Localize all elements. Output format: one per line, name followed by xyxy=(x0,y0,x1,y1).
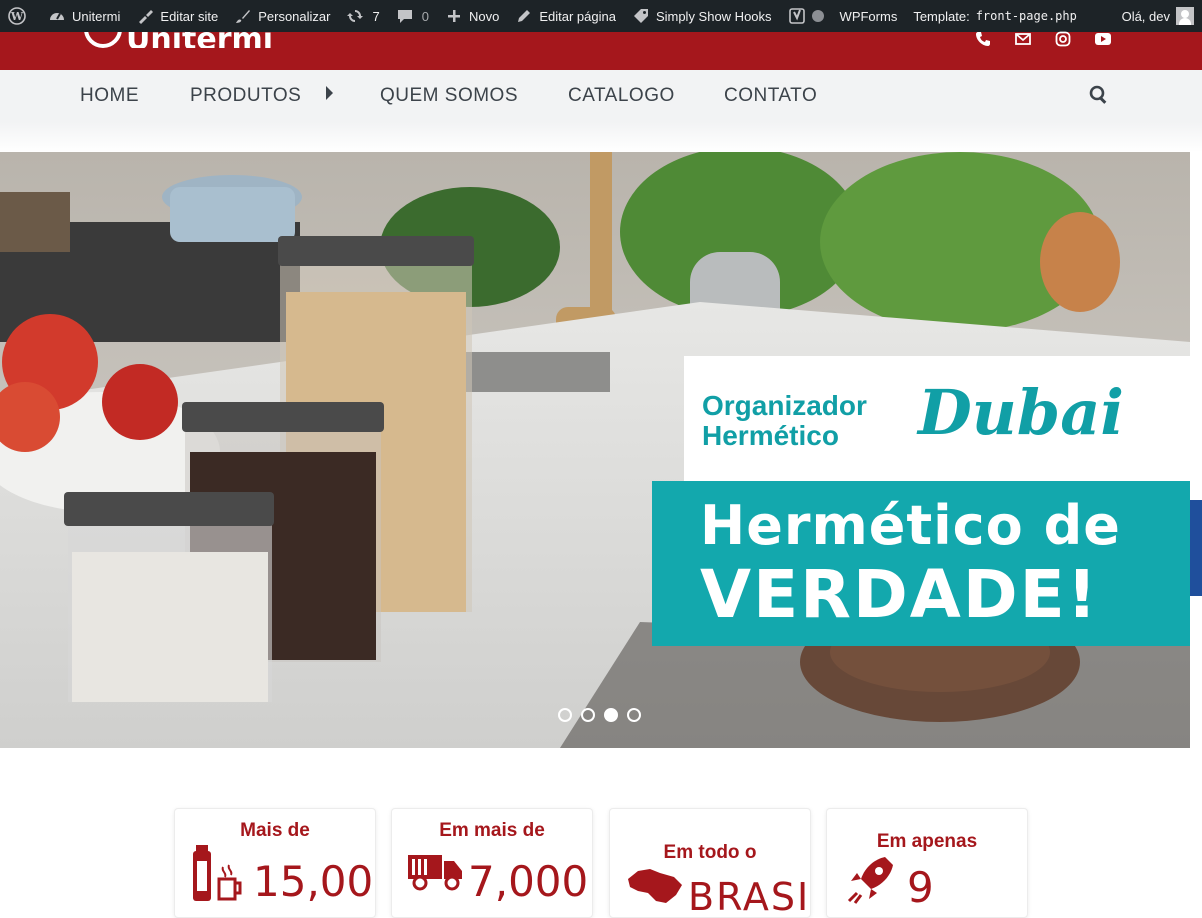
wpforms-button[interactable]: WPForms xyxy=(832,0,906,32)
slider-dots xyxy=(558,708,641,722)
stat-card-value: 15,000 xyxy=(253,857,375,906)
nav-shadow xyxy=(0,122,1202,152)
rocket-icon xyxy=(845,853,897,910)
customize-button[interactable]: Personalizar xyxy=(226,0,338,32)
banner-script-title: Dubai xyxy=(918,376,1124,449)
stat-card-coverage: Em todo o BRASIL xyxy=(609,808,811,918)
edit-site-button[interactable]: Editar site xyxy=(128,0,226,32)
avatar xyxy=(1176,7,1194,25)
plus-icon xyxy=(445,7,463,25)
new-content-button[interactable]: Novo xyxy=(437,0,507,32)
banner-line-2: Hermético xyxy=(702,420,839,451)
site-header: Unitermi xyxy=(0,30,1202,70)
nav-item-quem-somos[interactable]: QUEM SOMOS xyxy=(380,85,518,107)
thermos-cup-icon xyxy=(191,843,243,908)
yoast-seo-button[interactable] xyxy=(780,0,832,32)
account-menu[interactable]: Olá, dev xyxy=(1114,0,1202,32)
wpforms-label: WPForms xyxy=(839,8,898,24)
pencil-icon xyxy=(515,7,533,25)
comments-button[interactable]: 0 xyxy=(388,0,437,32)
stat-card-time: Em apenas 9 xyxy=(826,808,1028,918)
new-label: Novo xyxy=(468,8,500,24)
stat-card-top: Em apenas xyxy=(876,831,978,852)
chevron-right-icon[interactable] xyxy=(326,86,333,100)
updates-icon xyxy=(346,7,364,25)
template-file: front-page.php xyxy=(975,9,1077,23)
stat-card-products: Mais de 15,000 xyxy=(174,808,376,918)
logo-mark-icon xyxy=(84,32,122,48)
instagram-icon[interactable] xyxy=(1054,30,1072,48)
logo-text: Unitermi xyxy=(126,32,273,48)
seo-status-dot-icon xyxy=(811,10,824,22)
stat-card-deliveries: Em mais de 7,000 xyxy=(391,808,593,918)
site-logo[interactable]: Unitermi xyxy=(84,32,273,48)
edit-site-label: Editar site xyxy=(160,8,219,24)
stat-card-value: 9 xyxy=(907,863,934,912)
edit-page-label: Editar página xyxy=(539,8,616,24)
brazil-map-icon xyxy=(624,865,684,910)
comment-icon xyxy=(396,7,414,25)
search-icon[interactable] xyxy=(1089,85,1109,105)
truck-icon xyxy=(406,851,464,896)
updates-count: 7 xyxy=(372,8,380,24)
template-label: Template: xyxy=(913,8,970,24)
slider-dot-2[interactable] xyxy=(581,708,595,722)
edit-page-button[interactable]: Editar página xyxy=(507,0,624,32)
phone-icon[interactable] xyxy=(974,30,992,48)
slider-dot-3[interactable] xyxy=(604,708,618,722)
customize-label: Personalizar xyxy=(258,8,331,24)
banner-headline-2: VERDADE! xyxy=(700,556,1099,633)
social-links xyxy=(974,30,1112,48)
nav-item-catalogo[interactable]: CATALOGO xyxy=(568,85,675,107)
youtube-icon[interactable] xyxy=(1094,30,1112,48)
site-name-menu[interactable]: Unitermi xyxy=(40,0,128,32)
template-info[interactable]: Template: front-page.php xyxy=(905,0,1085,32)
yoast-icon xyxy=(788,7,806,25)
brush-icon xyxy=(136,7,154,25)
slider-dot-1[interactable] xyxy=(558,708,572,722)
nav-item-home[interactable]: HOME xyxy=(80,85,139,107)
slider-dot-4[interactable] xyxy=(627,708,641,722)
email-icon[interactable] xyxy=(1014,30,1032,48)
show-hooks-button[interactable]: Simply Show Hooks xyxy=(624,0,780,32)
side-tab[interactable] xyxy=(1190,500,1202,596)
greeting-label: Olá, dev xyxy=(1121,8,1170,24)
stat-card-value: 7,000 xyxy=(468,857,589,906)
admin-bar: W Unitermi Editar site Personalizar 7 0 xyxy=(0,0,1202,32)
wordpress-icon: W xyxy=(8,7,26,25)
svg-text:W: W xyxy=(10,10,24,23)
banner-line-1: Organizador xyxy=(702,390,867,421)
stat-card-value: BRASIL xyxy=(688,875,811,918)
updates-button[interactable]: 7 xyxy=(338,0,387,32)
paintbrush-icon xyxy=(234,7,252,25)
home-gauge-icon xyxy=(48,7,66,25)
wordpress-logo-button[interactable]: W xyxy=(0,0,40,32)
stat-card-top: Mais de xyxy=(240,820,310,841)
nav-item-contato[interactable]: CONTATO xyxy=(724,85,817,107)
nav-item-produtos[interactable]: PRODUTOS xyxy=(190,85,301,107)
stat-card-top: Em mais de xyxy=(439,820,545,841)
site-name-label: Unitermi xyxy=(72,8,121,24)
comments-count: 0 xyxy=(421,8,429,24)
show-hooks-label: Simply Show Hooks xyxy=(655,8,772,24)
stat-card-top: Em todo o xyxy=(663,842,757,863)
tag-icon xyxy=(632,7,650,25)
banner-headline-1: Hermético de xyxy=(700,494,1121,557)
